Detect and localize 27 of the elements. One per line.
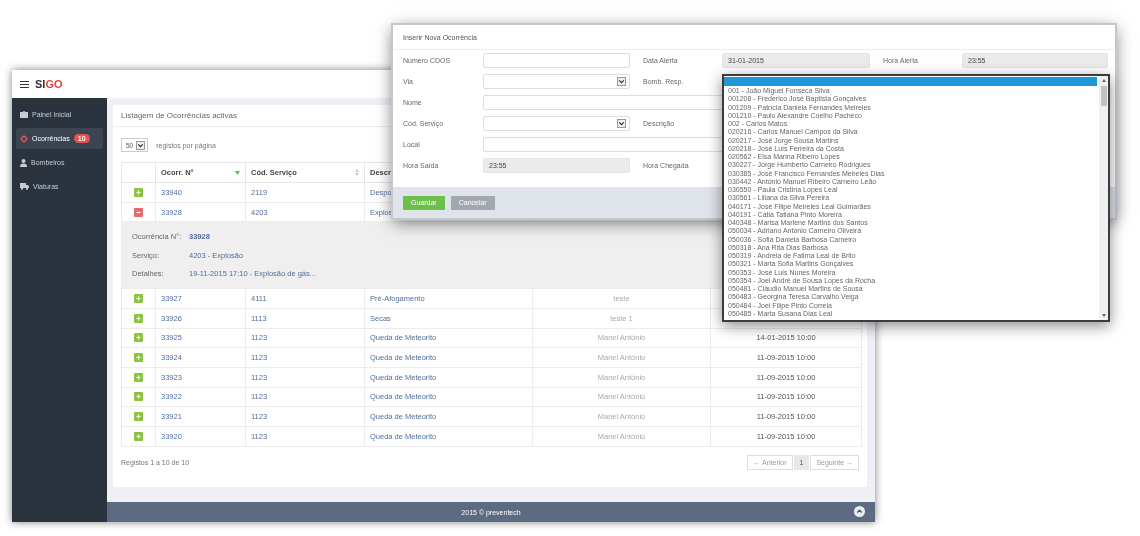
sort-icon[interactable]	[355, 169, 359, 176]
caret-icon	[617, 77, 626, 86]
scrollbar[interactable]	[1099, 76, 1108, 320]
user-icon	[20, 158, 27, 167]
expand-icon[interactable]	[134, 333, 143, 343]
expand-icon[interactable]	[134, 392, 143, 402]
dropdown-field[interactable]	[483, 74, 630, 89]
caret-icon	[617, 119, 626, 128]
sort-icon[interactable]	[235, 170, 240, 175]
expand-icon[interactable]	[134, 431, 143, 441]
expand-icon[interactable]	[134, 313, 143, 323]
caret-icon	[136, 140, 146, 150]
menu-icon[interactable]	[20, 80, 29, 88]
expand-icon[interactable]	[134, 372, 143, 382]
briefcase-icon	[20, 111, 28, 118]
dropdown-menu[interactable]	[722, 74, 1110, 322]
input-field[interactable]	[483, 53, 630, 68]
app-logo: SIGO	[35, 78, 63, 90]
collapse-icon[interactable]	[134, 207, 143, 217]
crosshair-icon	[20, 134, 28, 143]
dropdown-field[interactable]	[483, 116, 630, 131]
expand-icon[interactable]	[134, 294, 143, 303]
truck-icon	[20, 183, 29, 190]
scroll-up-icon[interactable]	[854, 506, 865, 517]
expand-icon[interactable]	[134, 187, 143, 197]
expand-icon[interactable]	[134, 412, 143, 422]
expand-icon[interactable]	[134, 353, 143, 363]
